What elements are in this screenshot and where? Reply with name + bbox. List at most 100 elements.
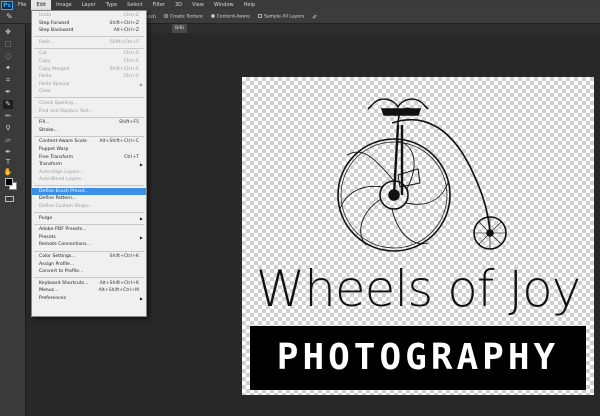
menu-item-convert-to-profile[interactable]: Convert to Profile... xyxy=(32,268,146,276)
submenu-arrow-icon: ▶ xyxy=(139,234,143,240)
menu-item-shortcut: Ctrl+T xyxy=(124,154,139,160)
menu-item-shortcut: Shift+Ctrl+K xyxy=(109,254,139,260)
menu-item-menus[interactable]: Menus... Alt+Shift+Ctrl+M xyxy=(32,287,146,295)
menu-3d[interactable]: 3D xyxy=(170,0,187,10)
menu-item-label: Find and Replace Text... xyxy=(39,108,94,114)
menu-item-copy-merged: Copy Merged Shift+Ctrl+C xyxy=(32,66,146,74)
document-tab[interactable]: B/8) xyxy=(172,24,188,33)
menu-item-shortcut: Shift+F5 xyxy=(119,120,139,126)
menu-item-free-transform[interactable]: Free Transform Ctrl+T xyxy=(32,154,146,162)
create-texture-radio[interactable]: Create Texture xyxy=(163,14,203,20)
menu-item-assign-profile[interactable]: Assign Profile... xyxy=(32,261,146,269)
menu-item-label: Content-Aware Scale xyxy=(39,139,87,145)
menu-separator xyxy=(34,185,144,187)
menu-item-keyboard-shortcuts[interactable]: Keyboard Shortcuts... Alt+Shift+Ctrl+K xyxy=(32,280,146,288)
menu-help[interactable]: Help xyxy=(239,0,260,10)
submenu-arrow-icon: ▶ xyxy=(139,296,143,301)
type-tool-icon[interactable]: T xyxy=(3,158,13,167)
menu-item-content-aware-scale[interactable]: Content-Aware Scale Alt+Shift+Ctrl+C xyxy=(32,138,146,146)
menu-window[interactable]: Window xyxy=(209,0,239,10)
menu-item-auto-blend-layers: Auto-Blend Layers... xyxy=(32,176,146,184)
menu-item-step-forward[interactable]: Step Forward Shift+Ctrl+Z xyxy=(32,20,146,28)
pressure-icon[interactable]: ✐ xyxy=(312,14,317,21)
menu-item-purge[interactable]: Purge ▶ xyxy=(32,215,146,223)
sample-all-layers-checkbox[interactable]: Sample All Layers xyxy=(258,14,304,20)
quick-select-tool-icon[interactable]: ✦ xyxy=(3,64,13,73)
healing-brush-tool-icon[interactable]: ✎ xyxy=(3,100,13,109)
menu-item-step-backward[interactable]: Step Backward Alt+Ctrl+Z xyxy=(32,27,146,35)
marquee-tool-icon[interactable]: ⬚ xyxy=(3,40,13,49)
menu-item-cut: Cut Ctrl+X xyxy=(32,50,146,58)
menu-item-color-settings[interactable]: Color Settings... Shift+Ctrl+K xyxy=(32,253,146,261)
submenu-arrow-icon: ▶ xyxy=(139,81,143,87)
menu-item-puppet-warp[interactable]: Puppet Warp xyxy=(32,146,146,154)
menu-item-label: Copy Merged xyxy=(39,66,70,72)
logo-subtitle: PHOTOGRAPHY xyxy=(276,337,560,378)
logo-banner: PHOTOGRAPHY xyxy=(250,326,586,390)
menu-item-label: Fade... xyxy=(39,39,55,45)
foreground-color-swatch[interactable] xyxy=(5,178,13,186)
eraser-tool-icon[interactable]: ▱ xyxy=(3,136,13,145)
healing-brush-tool-icon[interactable]: ✎ xyxy=(6,12,16,22)
submenu-arrow-icon: ▶ xyxy=(139,162,143,168)
menu-item-label: Convert to Profile... xyxy=(39,269,84,275)
menu-item-define-custom-shape: Define Custom Shape... xyxy=(32,203,146,211)
patch-option-label: atch xyxy=(146,14,156,20)
checkbox-icon xyxy=(258,14,262,19)
document-canvas[interactable]: Wheels of Joy PHOTOGRAPHY xyxy=(242,77,594,395)
menu-item-paste: Paste Ctrl+V xyxy=(32,73,146,81)
menu-item-shortcut: Ctrl+Z xyxy=(123,13,139,18)
menu-item-define-brush-preset[interactable]: Define Brush Preset... xyxy=(32,187,146,196)
menu-item-label: Define Custom Shape... xyxy=(39,204,94,210)
menu-item-shortcut: Alt+Shift+Ctrl+M xyxy=(98,288,139,294)
menu-type[interactable]: Type xyxy=(101,0,122,10)
menu-item-preferences[interactable]: Preferences ▶ xyxy=(32,295,146,303)
menu-item-label: Stroke... xyxy=(39,127,59,133)
menu-separator xyxy=(34,135,144,137)
move-tool-icon[interactable]: ✥ xyxy=(3,28,13,37)
menu-item-label: Transform xyxy=(39,162,62,168)
menu-item-define-pattern[interactable]: Define Pattern... xyxy=(32,195,146,203)
menu-item-fade: Fade... Shift+Ctrl+F xyxy=(32,39,146,47)
menu-layer[interactable]: Layer xyxy=(77,0,101,10)
menu-item-label: Define Pattern... xyxy=(39,196,77,202)
crop-tool-icon[interactable]: ⌗ xyxy=(3,76,13,85)
quick-mask-icon[interactable] xyxy=(5,196,14,202)
radio-icon xyxy=(163,14,168,19)
menu-item-shortcut: Shift+Ctrl+Z xyxy=(109,20,139,26)
menu-item-transform[interactable]: Transform ▶ xyxy=(32,161,146,169)
menu-item-shortcut: Ctrl+C xyxy=(123,58,139,64)
lasso-tool-icon[interactable]: ◌ xyxy=(3,52,13,61)
menu-item-label: Color Settings... xyxy=(39,254,76,260)
menu-item-adobe-pdf-presets[interactable]: Adobe PDF Presets... xyxy=(32,226,146,234)
menu-item-label: Auto-Align Layers... xyxy=(39,169,84,175)
clone-stamp-tool-icon[interactable]: ⚲ xyxy=(3,124,13,133)
menu-item-label: Paste xyxy=(39,74,52,80)
pen-tool-icon[interactable]: ✒ xyxy=(3,148,13,157)
menu-select[interactable]: Select xyxy=(122,0,147,10)
menu-filter[interactable]: Filter xyxy=(148,0,170,10)
menu-item-label: Assign Profile... xyxy=(39,261,75,267)
menu-separator xyxy=(34,116,144,118)
menu-item-check-spelling: Check Spelling... xyxy=(32,100,146,108)
menu-item-label: Auto-Blend Layers... xyxy=(39,177,86,183)
menu-item-label: Puppet Warp xyxy=(39,146,69,152)
eyedropper-tool-icon[interactable]: ✒ xyxy=(3,88,13,97)
menu-separator xyxy=(34,250,144,252)
menu-item-presets[interactable]: Presets ▶ xyxy=(32,234,146,242)
menu-item-label: Clear xyxy=(39,89,52,95)
menu-bar: Ps File Edit Image Layer Type Select Filter 3D V… xyxy=(0,0,600,10)
penny-farthing-illustration xyxy=(337,98,507,252)
menu-item-stroke[interactable]: Stroke... xyxy=(32,127,146,135)
content-aware-radio[interactable]: Content-Aware xyxy=(210,14,250,20)
menu-item-label: Preferences xyxy=(39,296,67,301)
menu-item-remote-connections[interactable]: Remote Connections... xyxy=(32,241,146,249)
menu-view[interactable]: View xyxy=(187,0,209,10)
menu-image[interactable]: Image xyxy=(51,0,77,10)
menu-file[interactable]: File xyxy=(13,0,31,10)
menu-edit[interactable]: Edit xyxy=(31,0,52,10)
hand-tool-icon[interactable]: ✋ xyxy=(3,168,13,177)
menu-item-label: Define Brush Preset... xyxy=(39,188,89,194)
menu-item-fill[interactable]: Fill... Shift+F5 xyxy=(32,119,146,127)
brush-tool-icon[interactable]: ✏ xyxy=(3,112,13,121)
